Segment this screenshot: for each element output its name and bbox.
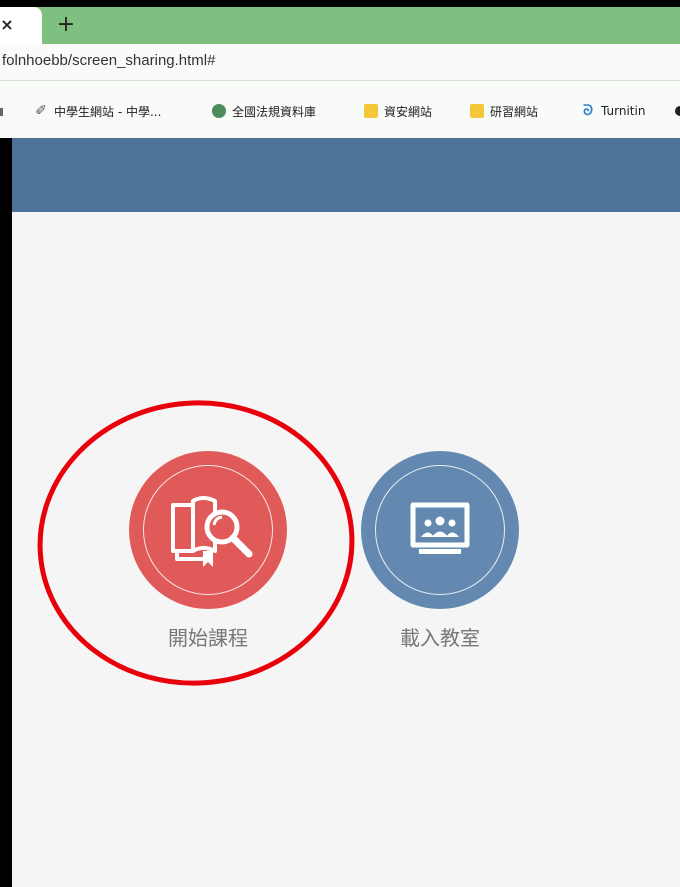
close-tab-icon[interactable]: × [0,15,14,35]
folder-icon [364,104,378,118]
bookmarks-bar: ✐ 中學生網站 - 中學... 全國法規資料庫 資安網站 研習網站 ᘐ Turn… [0,81,680,138]
classroom-icon [410,502,470,554]
bookmark-overflow-icon[interactable] [0,108,3,116]
browser-tab[interactable]: × [0,7,42,44]
bookmark-turnitin[interactable]: ᘐ Turnitin [581,102,645,120]
bookmark-label: 資安網站 [384,104,433,119]
bookmark-label: Turnitin [601,104,646,118]
bookmark-law-database[interactable]: 全國法規資料庫 [212,102,316,120]
new-tab-button[interactable]: + [54,13,78,37]
bookmark-label: 全國法規資料庫 [232,104,317,119]
annotation-circle [37,400,355,686]
url-text[interactable]: folnhoebb/screen_sharing.html# [2,52,215,69]
bookmark-label: 中學生網站 - 中學... [54,104,162,119]
folder-icon [470,104,484,118]
app-header [0,138,680,212]
address-bar[interactable]: folnhoebb/screen_sharing.html# [0,44,680,81]
bookmark-label: 研習網站 [490,104,539,119]
globe-icon [212,104,226,118]
paperclip-icon: ✐ [35,103,47,119]
load-classroom-button[interactable] [361,451,519,609]
bookmark-security-folder[interactable]: 資安網站 [364,102,432,120]
turnitin-icon: ᘐ [583,103,593,119]
bookmark-more-icon[interactable] [675,106,680,116]
screenshot-frame: × + folnhoebb/screen_sharing.html# ✐ 中學生… [0,0,680,887]
load-classroom-label[interactable]: 載入教室 [360,622,520,651]
tab-strip: × + [0,7,680,44]
bookmark-training-folder[interactable]: 研習網站 [470,102,538,120]
window-edge [0,138,12,887]
bookmark-student-site[interactable]: ✐ 中學生網站 - 中學... [34,102,161,120]
